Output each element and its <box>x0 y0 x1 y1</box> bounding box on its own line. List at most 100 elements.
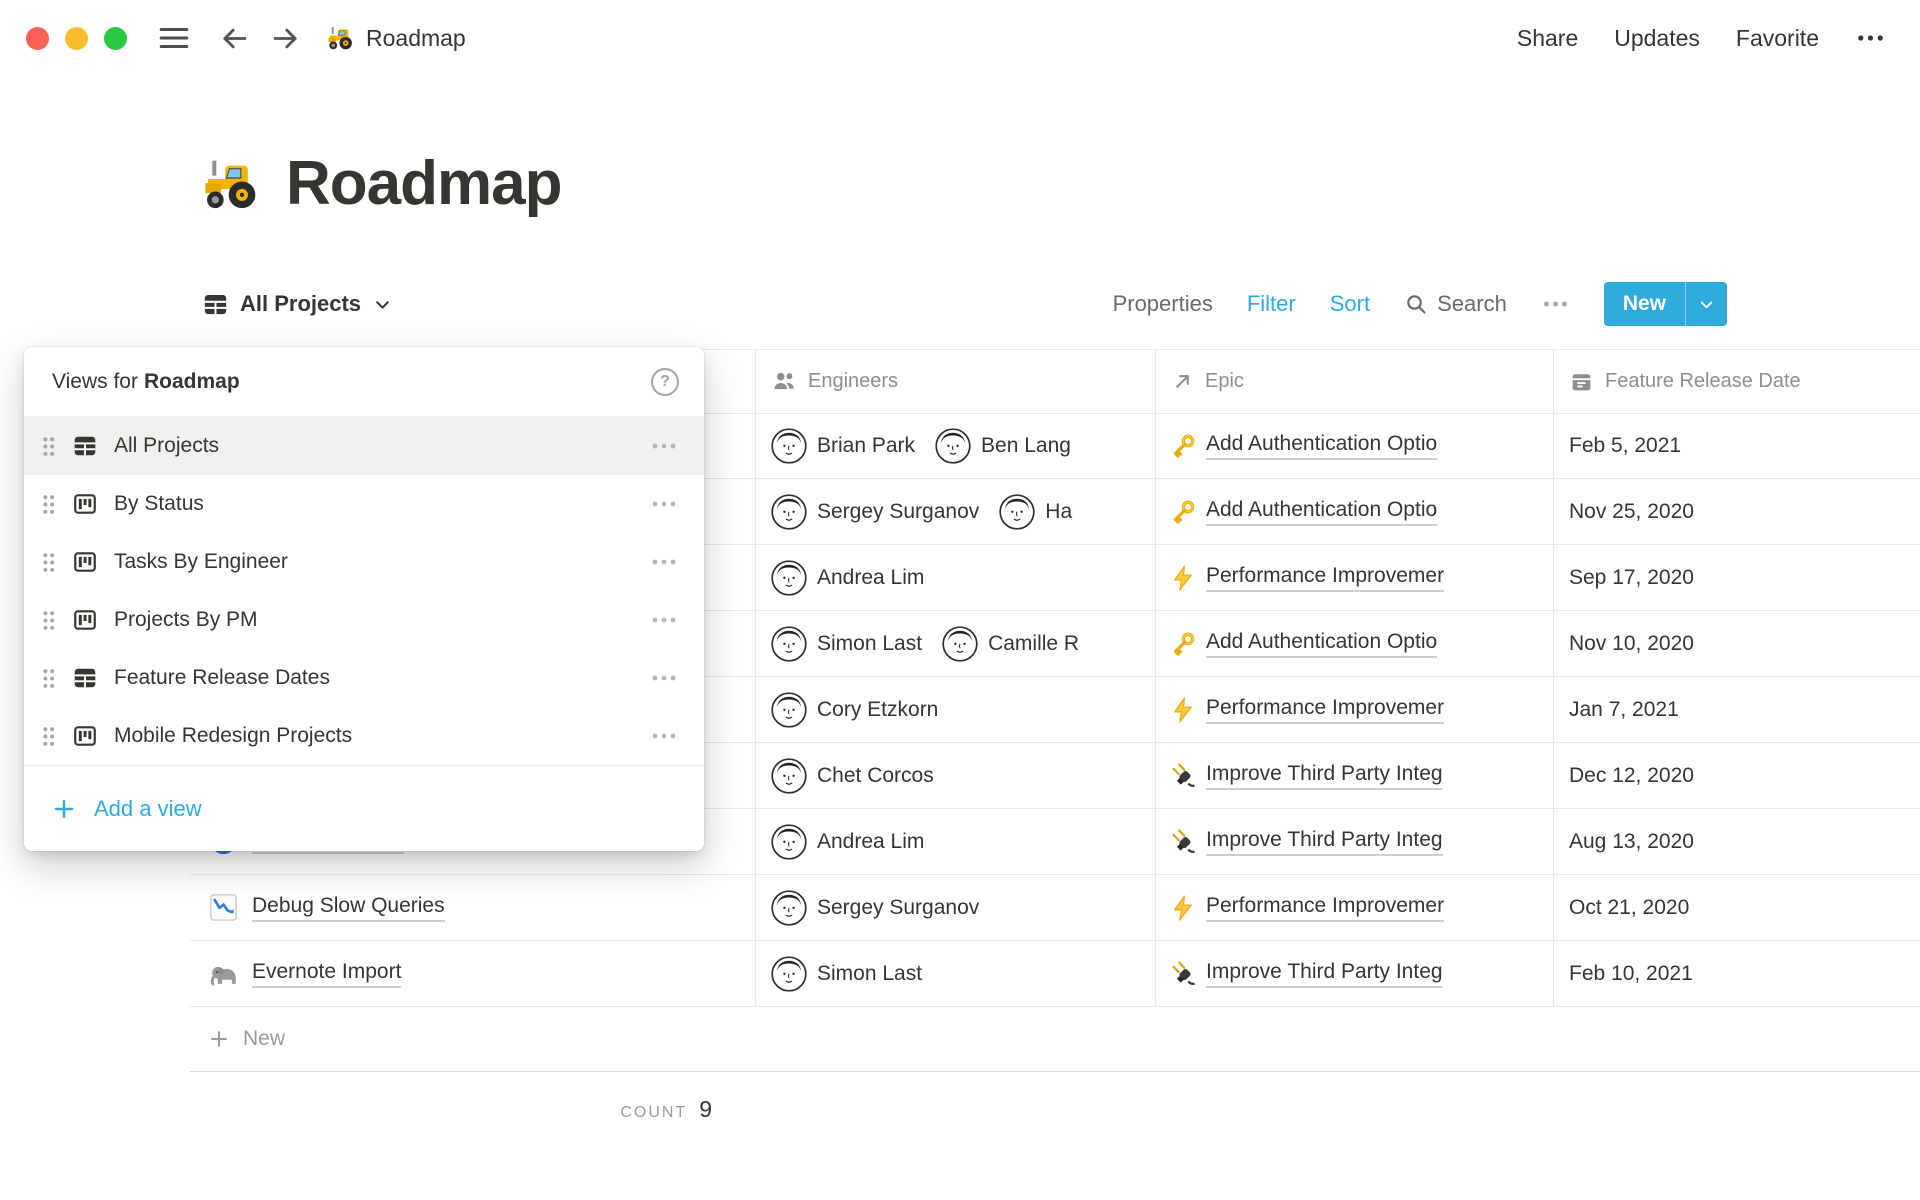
drag-handle-icon[interactable] <box>40 608 57 633</box>
drag-handle-icon[interactable] <box>40 550 57 575</box>
epic-link[interactable]: Add Authentication Optio <box>1206 630 1437 658</box>
count-label[interactable]: COUNT <box>620 1104 687 1122</box>
breadcrumb-title: Roadmap <box>366 25 466 52</box>
epic-cell[interactable]: Improve Third Party Integ <box>1155 743 1553 808</box>
epic-link[interactable]: Add Authentication Optio <box>1206 498 1437 526</box>
drag-handle-icon[interactable] <box>40 724 57 749</box>
sort-button[interactable]: Sort <box>1330 291 1370 317</box>
epic-cell[interactable]: Add Authentication Optio <box>1155 413 1553 478</box>
new-button-label[interactable]: New <box>1604 282 1685 326</box>
minimize-window-button[interactable] <box>65 27 88 50</box>
project-cell[interactable]: Evernote Import <box>190 941 755 1006</box>
epic-cell[interactable]: Performance Improvemer <box>1155 677 1553 742</box>
epic-cell[interactable]: Performance Improvemer <box>1155 875 1553 940</box>
release-date-cell[interactable]: Aug 13, 2020 <box>1553 809 1920 874</box>
epic-link[interactable]: Performance Improvemer <box>1206 894 1444 922</box>
share-button[interactable]: Share <box>1517 25 1578 52</box>
breadcrumb[interactable]: Roadmap <box>327 24 466 52</box>
project-link[interactable]: Evernote Import <box>208 958 401 989</box>
view-list-item[interactable]: Projects By PM <box>24 591 704 649</box>
release-date-cell[interactable]: Feb 10, 2021 <box>1553 941 1920 1006</box>
release-date-value: Nov 10, 2020 <box>1569 632 1694 656</box>
column-header-epic[interactable]: Epic <box>1155 349 1553 413</box>
engineer-chip: Ben Lang <box>935 428 1071 464</box>
epic-cell[interactable]: Improve Third Party Integ <box>1155 809 1553 874</box>
column-header-engineers[interactable]: Engineers <box>755 349 1155 413</box>
view-list-item[interactable]: Tasks By Engineer <box>24 533 704 591</box>
properties-button[interactable]: Properties <box>1113 291 1213 317</box>
epic-link[interactable]: Add Authentication Optio <box>1206 432 1437 460</box>
tractor-emoji[interactable] <box>202 154 262 214</box>
engineer-chip: Sergey Surganov <box>771 494 979 530</box>
view-selector[interactable]: All Projects <box>202 291 393 318</box>
release-date-cell[interactable]: Oct 21, 2020 <box>1553 875 1920 940</box>
forward-arrow-icon[interactable] <box>270 23 301 54</box>
favorite-button[interactable]: Favorite <box>1736 25 1819 52</box>
release-date-cell[interactable]: Nov 25, 2020 <box>1553 479 1920 544</box>
view-item-more-icon[interactable] <box>649 666 679 690</box>
view-item-more-icon[interactable] <box>649 724 679 748</box>
project-cell[interactable]: Debug Slow Queries <box>190 875 755 940</box>
drag-handle-icon[interactable] <box>40 434 57 459</box>
project-link[interactable]: Debug Slow Queries <box>208 892 445 923</box>
project-title-link[interactable]: Debug Slow Queries <box>252 894 445 922</box>
engineers-cell[interactable]: Sergey Surganov <box>755 875 1155 940</box>
epic-emoji <box>1169 696 1197 724</box>
engineer-name: Ha <box>1045 500 1072 524</box>
column-header-label: Epic <box>1205 370 1244 393</box>
new-row-button[interactable]: New <box>190 1007 1920 1072</box>
view-item-more-icon[interactable] <box>649 608 679 632</box>
column-header-release-date[interactable]: Feature Release Date <box>1553 349 1920 413</box>
view-item-more-icon[interactable] <box>649 492 679 516</box>
filter-button[interactable]: Filter <box>1247 291 1296 317</box>
engineers-cell[interactable]: Chet Corcos <box>755 743 1155 808</box>
new-button-dropdown[interactable] <box>1686 282 1727 326</box>
view-list-item[interactable]: Feature Release Dates <box>24 649 704 707</box>
engineers-cell[interactable]: Cory Etzkorn <box>755 677 1155 742</box>
avatar <box>771 956 807 992</box>
epic-link[interactable]: Performance Improvemer <box>1206 696 1444 724</box>
engineers-cell[interactable]: Brian Park Ben Lang <box>755 413 1155 478</box>
epic-link[interactable]: Improve Third Party Integ <box>1206 762 1443 790</box>
view-list-item[interactable]: All Projects <box>24 417 704 475</box>
project-title-link[interactable]: Evernote Import <box>252 960 401 988</box>
release-date-cell[interactable]: Jan 7, 2021 <box>1553 677 1920 742</box>
view-list-item[interactable]: By Status <box>24 475 704 533</box>
release-date-cell[interactable]: Sep 17, 2020 <box>1553 545 1920 610</box>
drag-handle-icon[interactable] <box>40 666 57 691</box>
more-options-icon[interactable] <box>1855 25 1886 51</box>
help-icon[interactable]: ? <box>651 368 679 396</box>
view-list-item[interactable]: Mobile Redesign Projects <box>24 707 704 765</box>
view-item-more-icon[interactable] <box>649 434 679 458</box>
plus-icon <box>51 796 77 822</box>
release-date-cell[interactable]: Nov 10, 2020 <box>1553 611 1920 676</box>
epic-cell[interactable]: Performance Improvemer <box>1155 545 1553 610</box>
epic-cell[interactable]: Add Authentication Optio <box>1155 479 1553 544</box>
toolbar-more-icon[interactable] <box>1541 292 1570 316</box>
drag-handle-icon[interactable] <box>40 492 57 517</box>
epic-link[interactable]: Improve Third Party Integ <box>1206 828 1443 856</box>
engineers-cell[interactable]: Sergey Surganov Ha <box>755 479 1155 544</box>
view-item-more-icon[interactable] <box>649 550 679 574</box>
engineers-cell[interactable]: Andrea Lim <box>755 809 1155 874</box>
new-button[interactable]: New <box>1604 282 1727 326</box>
engineers-cell[interactable]: Simon Last Camille R <box>755 611 1155 676</box>
release-date-cell[interactable]: Dec 12, 2020 <box>1553 743 1920 808</box>
add-view-button[interactable]: Add a view <box>24 766 704 851</box>
sidebar-menu-icon[interactable] <box>157 21 191 55</box>
engineers-cell[interactable]: Simon Last <box>755 941 1155 1006</box>
engineers-cell[interactable]: Andrea Lim <box>755 545 1155 610</box>
release-date-value: Feb 5, 2021 <box>1569 434 1681 458</box>
epic-cell[interactable]: Add Authentication Optio <box>1155 611 1553 676</box>
search-button[interactable]: Search <box>1404 291 1507 317</box>
page-title[interactable]: Roadmap <box>286 148 561 219</box>
close-window-button[interactable] <box>26 27 49 50</box>
epic-cell[interactable]: Improve Third Party Integ <box>1155 941 1553 1006</box>
release-date-cell[interactable]: Feb 5, 2021 <box>1553 413 1920 478</box>
updates-button[interactable]: Updates <box>1614 25 1700 52</box>
views-panel-header: Views for Roadmap ? <box>24 347 704 417</box>
zoom-window-button[interactable] <box>104 27 127 50</box>
epic-link[interactable]: Performance Improvemer <box>1206 564 1444 592</box>
back-arrow-icon[interactable] <box>219 23 250 54</box>
epic-link[interactable]: Improve Third Party Integ <box>1206 960 1443 988</box>
